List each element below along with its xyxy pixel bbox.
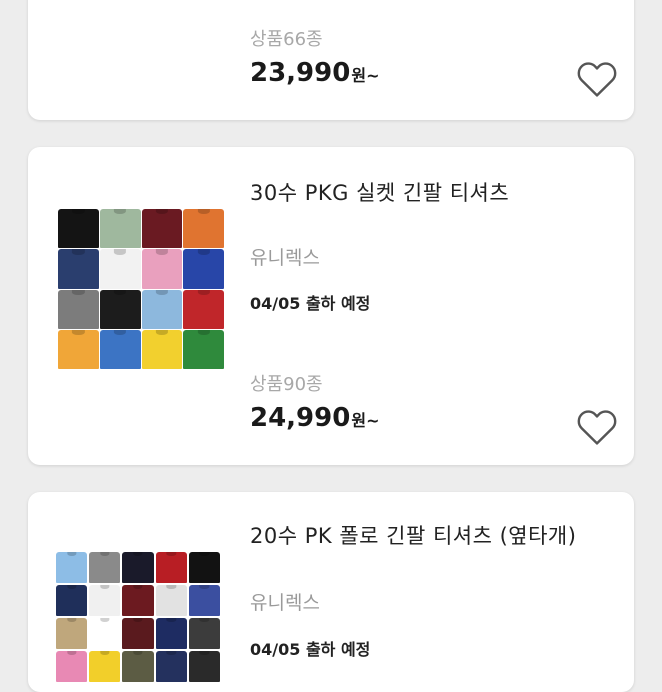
product-title[interactable]: 20수 PK 폴로 긴팔 티셔츠 (옆타개) [250,520,576,550]
shirt-color-swatch [56,552,88,583]
price-suffix: 원~ [351,66,380,85]
shirt-color-swatch [99,209,141,249]
product-count: 상품66종 [250,29,323,50]
shirt-color-swatch [183,329,224,369]
product-brand: 유니렉스 [250,247,320,269]
price-value: 24,990 [250,403,351,433]
shirt-color-swatch [99,249,141,289]
heart-icon[interactable] [576,60,618,98]
shirt-color-swatch [188,552,220,583]
price-value: 23,990 [250,58,351,88]
shirt-color-swatch [89,618,121,649]
shirt-color-swatch [58,249,99,289]
product-thumbnail[interactable] [56,552,220,682]
product-card[interactable]: 상품66종 23,990원~ [28,0,634,120]
ship-date: 04/05 출하 예정 [250,640,371,659]
product-brand: 유니렉스 [250,592,320,614]
shirt-color-swatch [188,585,220,616]
shirt-color-swatch [58,329,99,369]
product-price: 24,990원~ [250,403,379,433]
shirt-color-swatch [89,552,121,583]
shirt-color-swatch [183,249,224,289]
shirt-color-swatch [188,651,220,682]
shirt-color-swatch [183,289,224,329]
ship-date: 04/05 출하 예정 [250,294,371,313]
shirt-color-swatch [141,329,183,369]
shirt-color-swatch [122,651,154,682]
shirt-color-swatch [99,289,141,329]
shirt-color-swatch [56,651,88,682]
shirt-color-swatch [141,209,183,249]
shirt-color-swatch [155,585,187,616]
shirt-color-swatch [58,289,99,329]
heart-icon[interactable] [576,408,618,446]
product-card[interactable]: 30수 PKG 실켓 긴팔 티셔츠 유니렉스 04/05 출하 예정 상품90종… [28,147,634,465]
shirt-color-swatch [155,618,187,649]
shirt-color-swatch [58,209,99,249]
shirt-color-swatch [56,618,88,649]
shirt-color-swatch [155,552,187,583]
product-thumbnail[interactable] [58,209,224,369]
shirt-color-swatch [141,289,183,329]
shirt-color-swatch [122,585,154,616]
shirt-color-swatch [141,249,183,289]
shirt-color-swatch [122,618,154,649]
shirt-color-swatch [99,329,141,369]
shirt-color-swatch [188,618,220,649]
shirt-color-swatch [183,209,224,249]
product-price: 23,990원~ [250,58,379,88]
product-card[interactable]: 20수 PK 폴로 긴팔 티셔츠 (옆타개) 유니렉스 04/05 출하 예정 [28,492,634,692]
shirt-color-swatch [89,651,121,682]
shirt-color-swatch [122,552,154,583]
shirt-color-swatch [155,651,187,682]
product-count: 상품90종 [250,374,323,395]
shirt-color-swatch [89,585,121,616]
product-title[interactable]: 30수 PKG 실켓 긴팔 티셔츠 [250,177,509,207]
shirt-color-swatch [56,585,88,616]
price-suffix: 원~ [351,411,380,430]
